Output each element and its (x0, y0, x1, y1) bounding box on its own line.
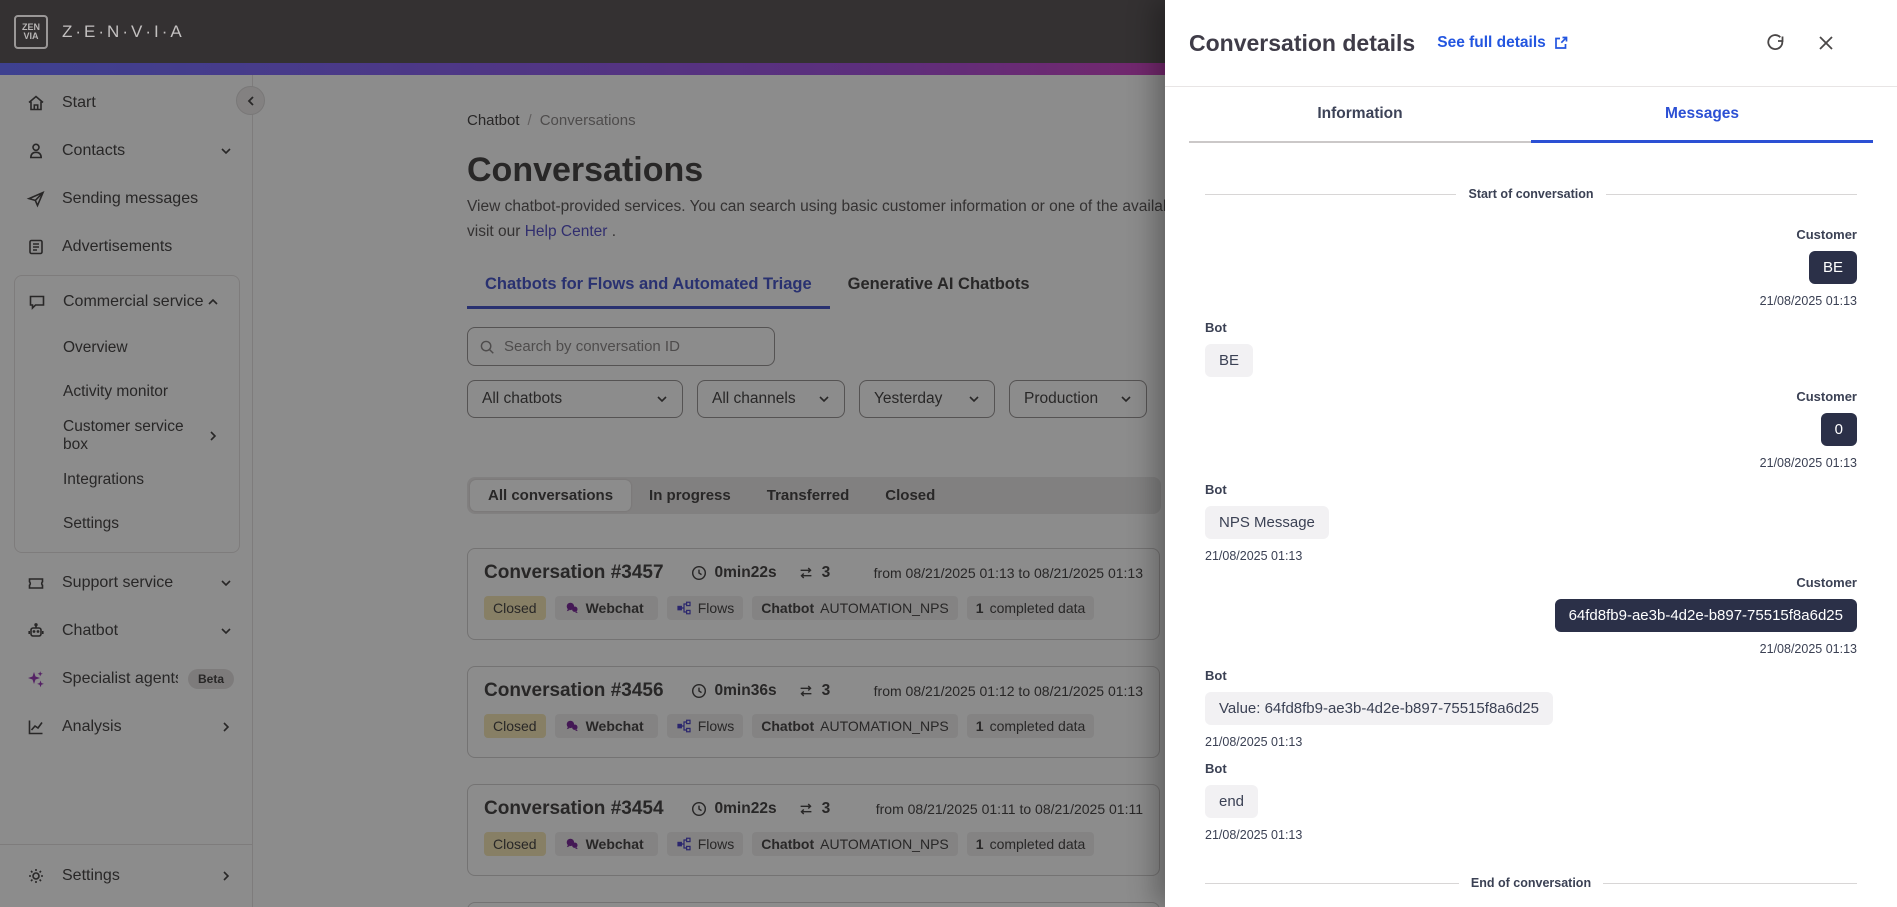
message-bubble: Value: 64fd8fb9-ae3b-4d2e-b897-75515f8a6… (1205, 692, 1553, 725)
message-sender: Customer (1796, 575, 1857, 590)
message-timestamp: 21/08/2025 01:13 (1205, 828, 1303, 842)
panel-header: Conversation details See full details (1165, 0, 1897, 87)
message-bot: Bot BE (1205, 320, 1857, 377)
message-customer: Customer 0 21/08/2025 01:13 (1205, 389, 1857, 470)
message-customer: Customer BE 21/08/2025 01:13 (1205, 227, 1857, 308)
message-sender: Bot (1205, 320, 1227, 335)
message-timestamp: 21/08/2025 01:13 (1205, 735, 1303, 749)
zenvia-logo-icon: ZEN VIA (14, 14, 48, 49)
modal-backdrop[interactable] (0, 75, 1165, 907)
panel-title: Conversation details (1189, 29, 1416, 56)
message-bubble: 64fd8fb9-ae3b-4d2e-b897-75515f8a6d25 (1554, 599, 1857, 632)
message-bot: Bot end 21/08/2025 01:13 (1205, 761, 1857, 842)
tab-information[interactable]: Information (1189, 87, 1531, 143)
message-bubble: end (1205, 785, 1259, 818)
message-timestamp: 21/08/2025 01:13 (1759, 642, 1857, 656)
message-bot: Bot NPS Message 21/08/2025 01:13 (1205, 482, 1857, 563)
message-timestamp: 21/08/2025 01:13 (1759, 294, 1857, 308)
close-icon[interactable] (1815, 32, 1837, 54)
message-bubble: 0 (1820, 413, 1857, 446)
message-bubble: BE (1808, 251, 1857, 284)
start-of-conversation-divider: Start of conversation (1205, 187, 1857, 201)
message-sender: Bot (1205, 482, 1227, 497)
app-window: ZEN VIA Z·E·N·V·I·A Start Contacts Sendin… (0, 0, 1897, 907)
external-link-icon (1553, 35, 1569, 51)
brand-wordmark: Z·E·N·V·I·A (62, 21, 185, 41)
messages-list: Start of conversation Customer BE 21/08/… (1165, 143, 1897, 890)
message-bubble: NPS Message (1205, 506, 1329, 539)
message-sender: Bot (1205, 668, 1227, 683)
tab-messages[interactable]: Messages (1531, 87, 1873, 143)
panel-tabs: Information Messages (1165, 87, 1897, 143)
message-sender: Customer (1796, 227, 1857, 242)
message-bot: Bot Value: 64fd8fb9-ae3b-4d2e-b897-75515… (1205, 668, 1857, 749)
message-timestamp: 21/08/2025 01:13 (1759, 456, 1857, 470)
message-sender: Customer (1796, 389, 1857, 404)
message-sender: Bot (1205, 761, 1227, 776)
conversation-details-panel: Conversation details See full details In… (1165, 0, 1897, 907)
message-customer: Customer 64fd8fb9-ae3b-4d2e-b897-75515f8… (1205, 575, 1857, 656)
see-full-details-link[interactable]: See full details (1437, 34, 1569, 52)
message-timestamp: 21/08/2025 01:13 (1205, 549, 1303, 563)
message-bubble: BE (1205, 344, 1254, 377)
refresh-button[interactable] (1765, 32, 1787, 54)
end-of-conversation-divider: End of conversation (1205, 876, 1857, 890)
